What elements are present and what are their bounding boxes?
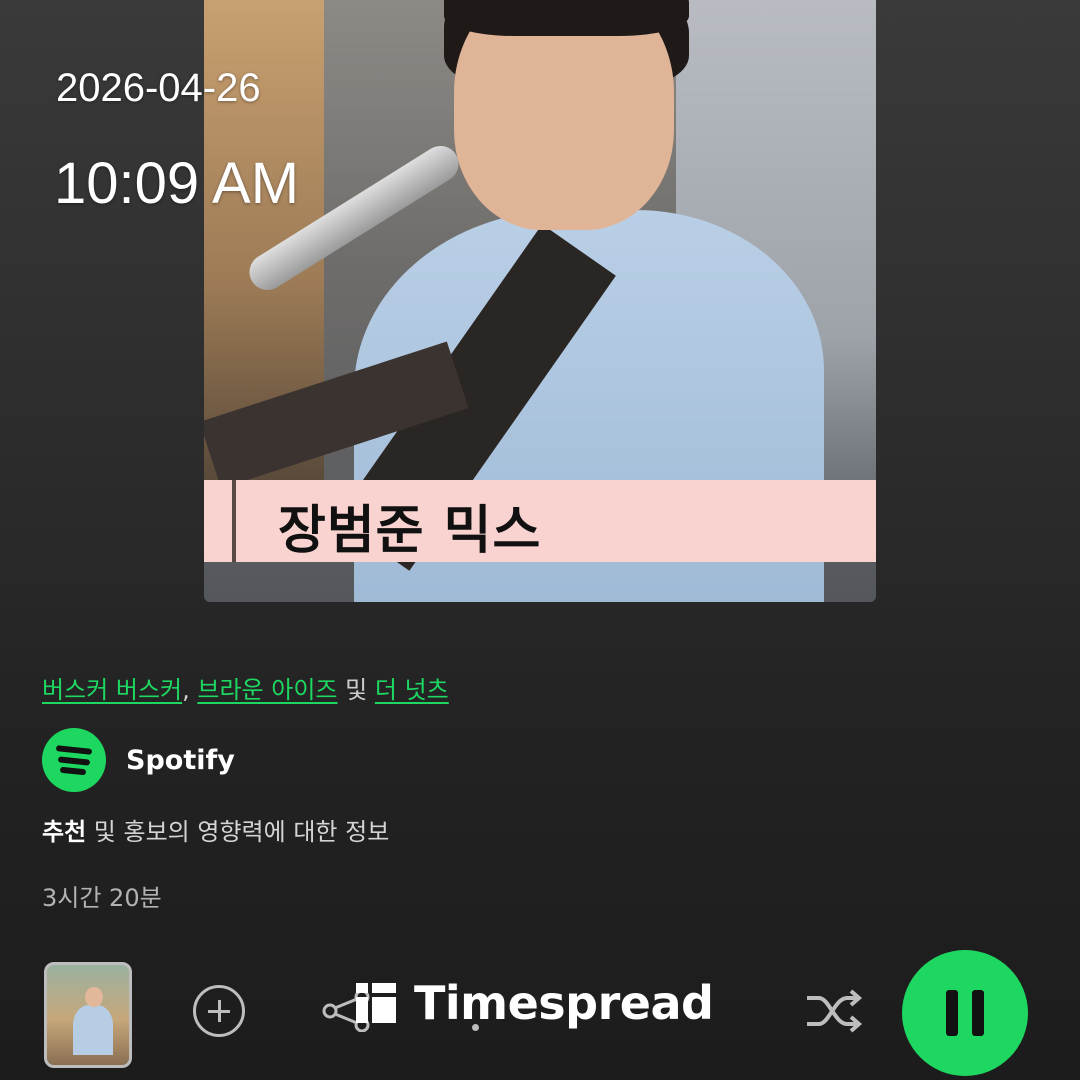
playlist-owner[interactable]: Spotify xyxy=(42,728,235,792)
about-text: 및 홍보의 영향력에 대한 정보 xyxy=(86,818,390,846)
playlist-duration: 3시간 20분 xyxy=(42,884,162,912)
artist-link-the-nuts[interactable]: 더 넛츠 xyxy=(375,676,449,704)
artist-separator-comma: , xyxy=(182,676,190,704)
playlist-cover: 장범준 믹스 xyxy=(204,0,876,602)
overlay-date: 2026-04-26 xyxy=(56,66,261,110)
artist-link-brown-eyes[interactable]: 브라운 아이즈 xyxy=(197,676,337,704)
thumbnail-person xyxy=(73,1005,113,1055)
cover-banner-accent xyxy=(204,480,236,562)
cover-thumbnail[interactable] xyxy=(44,962,132,1068)
shuffle-icon[interactable] xyxy=(803,986,865,1036)
artist-link-busker[interactable]: 버스커 버스커 xyxy=(42,676,182,704)
artist-separator-and: 및 xyxy=(345,676,368,704)
about-bold: 추천 xyxy=(42,818,87,846)
pause-icon-bar-left xyxy=(946,990,958,1036)
watermark-logo-icon xyxy=(356,983,396,1023)
pause-icon-bar-right xyxy=(972,990,984,1036)
owner-name: Spotify xyxy=(126,744,235,776)
pause-button[interactable] xyxy=(902,950,1028,1076)
cover-person-hair-top xyxy=(444,0,689,36)
artists-line: 버스커 버스커, 브라운 아이즈 및 더 넛츠 xyxy=(42,670,449,705)
watermark-text: Timespread xyxy=(414,976,714,1030)
watermark: Timespread xyxy=(356,976,714,1030)
overlay-time: 10:09 AM xyxy=(54,151,300,216)
thumbnail-face xyxy=(85,987,103,1007)
add-icon[interactable] xyxy=(193,985,245,1037)
cover-title: 장범준 믹스 xyxy=(278,501,542,561)
recommendation-info-link[interactable]: 추천 및 홍보의 영향력에 대한 정보 xyxy=(42,812,389,847)
spotify-logo-icon xyxy=(42,728,106,792)
